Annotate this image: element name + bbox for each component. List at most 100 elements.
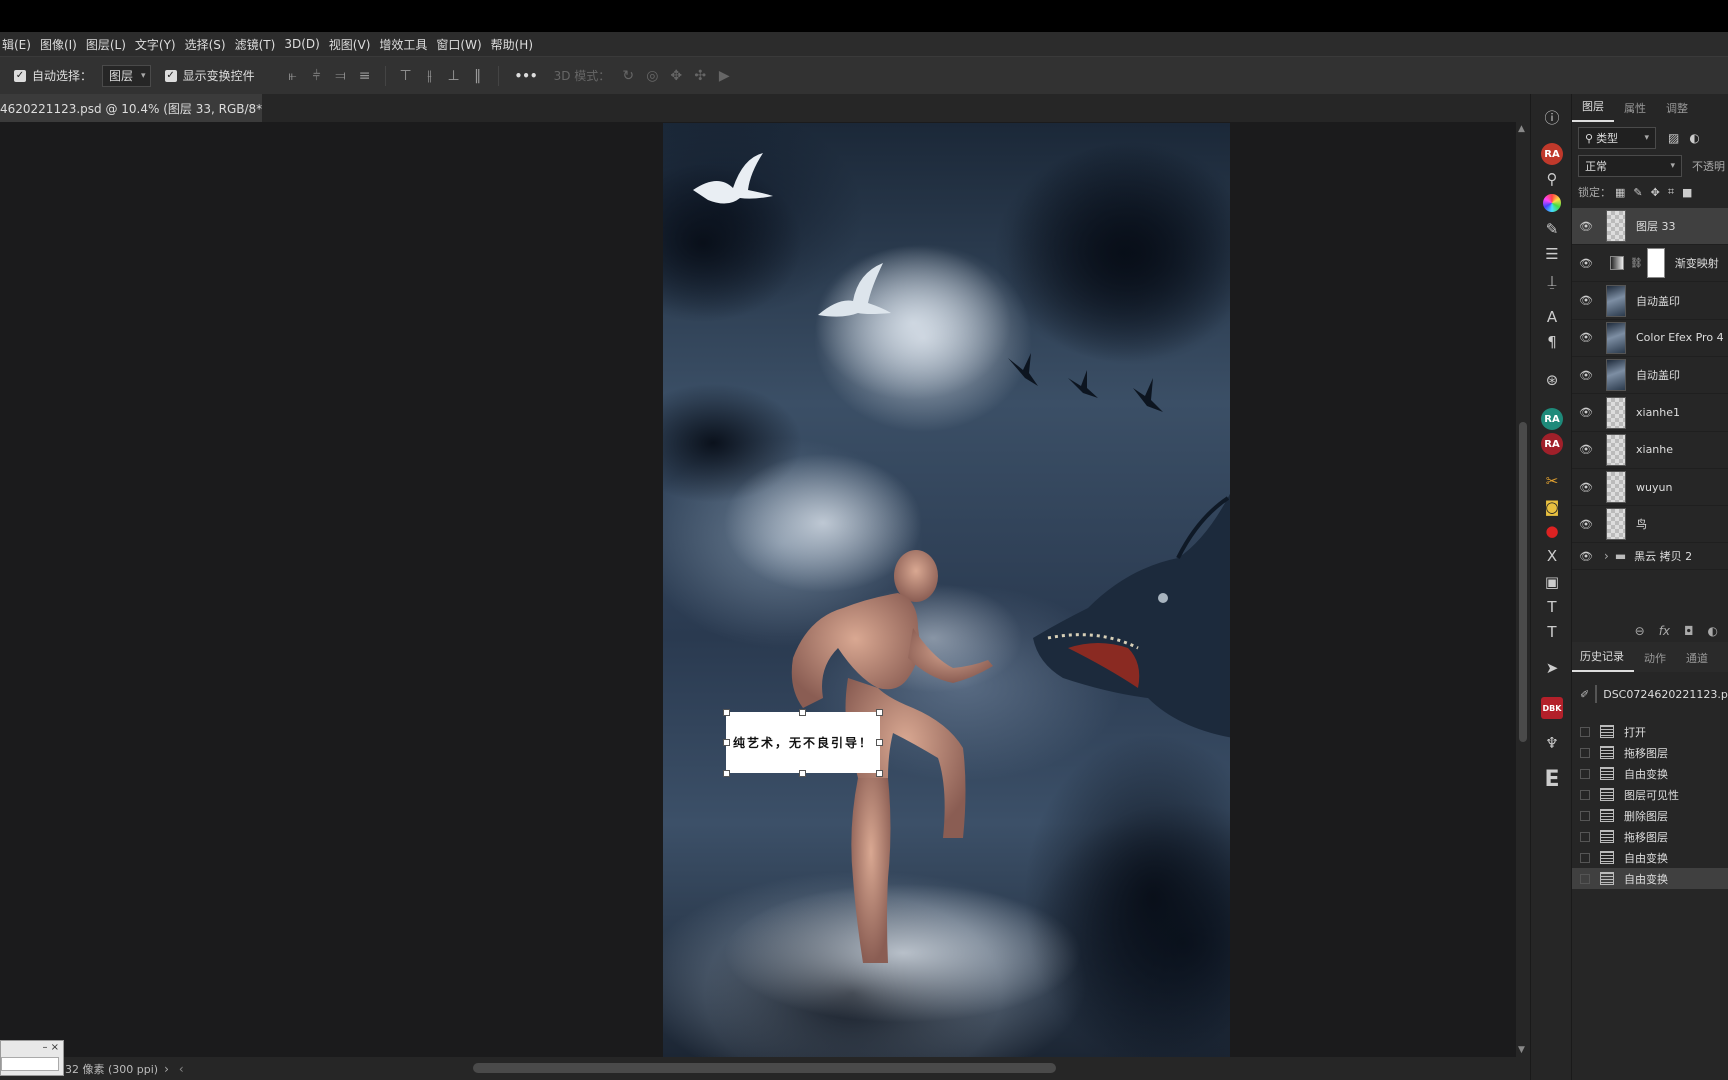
layer-row[interactable]: 👁 鸟 — [1572, 506, 1728, 544]
menu-item[interactable]: 图层(L) — [86, 36, 133, 53]
transform-handle[interactable] — [723, 739, 730, 746]
history-snapshot[interactable]: ✐ DSC0724620221123.psd — [1572, 679, 1728, 709]
lock-all-icon[interactable]: ■ — [1682, 186, 1692, 199]
visibility-eye-icon[interactable]: 👁 — [1572, 481, 1600, 494]
document-tab[interactable]: 4620221123.psd @ 10.4% (图层 33, RGB/8*) *… — [0, 94, 262, 122]
auto-select-checkbox[interactable]: ✓ — [14, 69, 26, 82]
scroll-left-icon[interactable]: ‹ — [179, 1062, 184, 1076]
history-item[interactable]: 自由变换 — [1572, 868, 1728, 889]
adjustment-icon[interactable]: ◐ — [1708, 624, 1718, 638]
menu-item[interactable]: 选择(S) — [185, 36, 233, 53]
distribute-v-icon[interactable]: ‖ — [466, 68, 490, 84]
layer-mask-thumbnail[interactable] — [1646, 248, 1665, 279]
menu-item[interactable]: 文字(Y) — [135, 36, 183, 53]
ra-green-icon[interactable]: RA — [1541, 408, 1563, 430]
transform-handle[interactable] — [876, 709, 883, 716]
mask-icon[interactable]: ◘ — [1684, 624, 1694, 638]
camera-icon[interactable]: ◙ — [1541, 496, 1563, 518]
history-checkbox[interactable] — [1580, 831, 1590, 842]
chain-link-icon[interactable]: ⛓ — [1630, 258, 1643, 269]
menu-item[interactable]: 滤镜(T) — [235, 36, 283, 53]
status-menu-arrow[interactable]: › — [164, 1062, 169, 1076]
visibility-eye-icon[interactable]: 👁 — [1572, 550, 1600, 563]
brush-icon[interactable]: ✎ — [1541, 218, 1563, 240]
type-tool-icon[interactable]: T — [1541, 596, 1563, 618]
chevron-right-icon[interactable]: › — [1604, 549, 1609, 563]
window-controls[interactable]: – × — [42, 1042, 59, 1053]
menu-item[interactable]: 帮助(H) — [491, 36, 540, 53]
history-item[interactable]: 打开 — [1572, 721, 1728, 742]
x-icon[interactable]: X — [1541, 545, 1563, 567]
horizontal-scroll-thumb[interactable] — [473, 1063, 1056, 1073]
tab-properties[interactable]: 属性 — [1614, 100, 1656, 122]
menu-item[interactable]: 窗口(W) — [436, 36, 488, 53]
visibility-eye-icon[interactable]: 👁 — [1572, 331, 1600, 344]
align-top-icon[interactable]: ⊤ — [394, 68, 418, 84]
torch-icon[interactable]: ♆ — [1541, 732, 1563, 754]
brush-set-icon[interactable]: ⚲ — [1541, 168, 1563, 190]
history-item[interactable]: 自由变换 — [1572, 763, 1728, 784]
navigator-icon[interactable]: ⊛ — [1541, 369, 1563, 391]
caption-text-box[interactable]: 纯艺术，无不良引导！ — [726, 712, 880, 773]
layer-row[interactable]: 👁 ⛓ 渐变映射 — [1572, 245, 1728, 283]
visibility-eye-icon[interactable]: 👁 — [1572, 406, 1600, 419]
layer-row[interactable]: 👁 xianhe1 — [1572, 395, 1728, 432]
e-icon[interactable]: E — [1541, 767, 1563, 792]
ra-red-icon[interactable]: RA — [1541, 433, 1563, 455]
vertical-scroll-thumb[interactable] — [1519, 422, 1527, 742]
history-item[interactable]: 自由变换 — [1572, 847, 1728, 868]
ra-plugin-icon[interactable]: RA — [1541, 143, 1563, 165]
transform-handle[interactable] — [723, 709, 730, 716]
dbk-icon[interactable]: DBK — [1541, 697, 1563, 719]
3d-slide-icon[interactable]: ✣ — [688, 68, 712, 84]
lock-artboard-icon[interactable]: ⌗ — [1668, 185, 1674, 199]
visibility-eye-icon[interactable]: 👁 — [1572, 257, 1600, 270]
clone-stamp-icon[interactable]: ⍊ — [1541, 270, 1563, 292]
distribute-h-icon[interactable]: ≡ — [353, 68, 377, 84]
menu-item[interactable]: 3D(D) — [284, 37, 326, 51]
transform-handle[interactable] — [876, 770, 883, 777]
vertical-scrollbar[interactable]: ▲ ▼ — [1516, 122, 1530, 1057]
align-hcenter-icon[interactable]: ⫩ — [305, 68, 329, 84]
transform-handle[interactable] — [799, 709, 806, 716]
visibility-eye-icon[interactable]: 👁 — [1572, 518, 1600, 531]
auto-select-dropdown[interactable]: 图层 ▾ — [102, 64, 151, 87]
history-item[interactable]: 删除图层 — [1572, 805, 1728, 826]
history-checkbox[interactable] — [1580, 726, 1590, 737]
paragraph-icon[interactable]: ¶ — [1541, 331, 1563, 353]
canvas-area[interactable]: 纯艺术，无不良引导！ — [0, 122, 1516, 1057]
blend-mode-dropdown[interactable]: 正常 ▾ — [1578, 155, 1682, 177]
lock-paint-icon[interactable]: ✎ — [1633, 186, 1642, 199]
bird-icon[interactable]: ➤ — [1541, 657, 1563, 679]
menu-item[interactable]: 增效工具 — [379, 36, 434, 53]
menu-item[interactable]: 辑(E) — [2, 36, 38, 53]
align-right-icon[interactable]: ⫤ — [329, 68, 353, 84]
filter-image-icon[interactable]: ▨ — [1668, 131, 1679, 145]
layer-row[interactable]: 👁 自动盖印 — [1572, 283, 1728, 320]
layer-filter-dropdown[interactable]: ⚲ 类型 ▾ — [1578, 127, 1656, 149]
history-checkbox[interactable] — [1580, 852, 1590, 863]
3d-rotate-icon[interactable]: ↻ — [616, 68, 640, 84]
lock-transparent-icon[interactable]: ▦ — [1615, 186, 1625, 199]
mini-panel-field[interactable] — [1, 1057, 59, 1071]
visibility-eye-icon[interactable]: 👁 — [1572, 294, 1600, 307]
history-checkbox[interactable] — [1580, 810, 1590, 821]
link-icon[interactable]: ⊖ — [1635, 624, 1645, 638]
layer-row[interactable]: 👁 图层 33 — [1572, 208, 1728, 245]
history-checkbox[interactable] — [1580, 747, 1590, 758]
type-tool-2-icon[interactable]: T — [1541, 621, 1563, 643]
tab-adjustments[interactable]: 调整 — [1656, 100, 1698, 122]
history-item[interactable]: 拖移图层 — [1572, 826, 1728, 847]
layer-row[interactable]: 👁 自动盖印 — [1572, 357, 1728, 395]
layer-row[interactable]: 👁 Color Efex Pro 4 — [1572, 320, 1728, 357]
history-checkbox[interactable] — [1580, 789, 1590, 800]
transform-handle[interactable] — [799, 770, 806, 777]
scissors-icon[interactable]: ✂ — [1541, 470, 1563, 492]
layer-row[interactable]: 👁 xianhe — [1572, 432, 1728, 469]
adjust-icon[interactable]: ☰ — [1541, 243, 1563, 265]
history-item[interactable]: 拖移图层 — [1572, 742, 1728, 763]
color-wheel-icon[interactable] — [1543, 194, 1561, 212]
scroll-up-icon[interactable]: ▲ — [1518, 124, 1525, 134]
history-checkbox[interactable] — [1580, 768, 1590, 779]
floating-mini-panel[interactable]: – × — [0, 1040, 64, 1076]
